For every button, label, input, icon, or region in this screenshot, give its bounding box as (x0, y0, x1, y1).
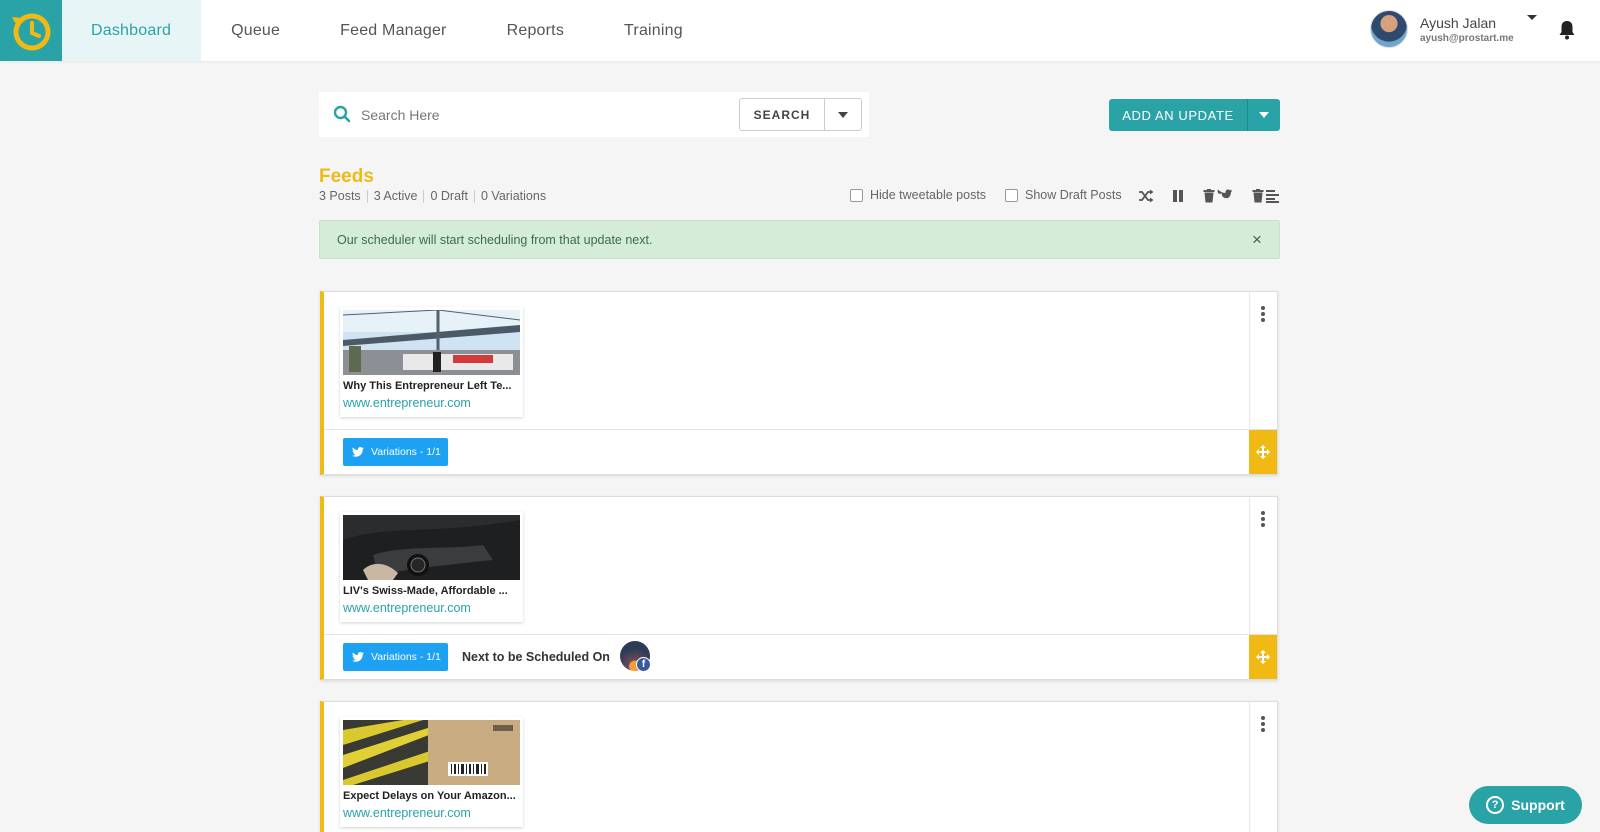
link-preview[interactable]: Why This Entrepreneur Left Te... www.ent… (340, 307, 523, 417)
user-info[interactable]: Ayush Jalan ayush@prostart.me (1420, 15, 1514, 44)
top-navbar: Dashboard Queue Feed Manager Reports Tra… (0, 0, 1600, 61)
post-card-footer: Variations - 1/1 (324, 430, 1277, 474)
card-menu-column (1249, 702, 1277, 832)
preview-image (343, 720, 520, 785)
post-card: LIV's Swiss-Made, Affordable ... www.ent… (320, 496, 1278, 680)
alert-message: Our scheduler will start scheduling from… (337, 233, 653, 247)
preview-title: Why This Entrepreneur Left Te... (343, 380, 512, 392)
nav-dashboard[interactable]: Dashboard (62, 0, 202, 61)
show-drafts-label: Show Draft Posts (1025, 188, 1122, 202)
facebook-icon: f (636, 657, 651, 672)
feeds-title: Feeds (319, 166, 374, 187)
search-bar: SEARCH (319, 92, 869, 137)
drag-handle[interactable] (1249, 430, 1277, 474)
nav-queue[interactable]: Queue (201, 0, 310, 61)
add-update-dropdown[interactable] (1247, 99, 1280, 131)
next-scheduled-label: Next to be Scheduled On (462, 650, 610, 664)
search-options-dropdown[interactable] (824, 98, 862, 131)
user-avatar[interactable] (1370, 10, 1408, 48)
more-options-icon[interactable] (1261, 511, 1265, 529)
variations-label: Variations - 1/1 (371, 446, 441, 458)
main-nav: Dashboard Queue Feed Manager Reports Tra… (62, 0, 713, 61)
variations-button[interactable]: Variations - 1/1 (343, 643, 448, 671)
card-menu-column (1249, 497, 1277, 635)
shuffle-icon[interactable] (1138, 189, 1154, 203)
preview-link[interactable]: www.entrepreneur.com (343, 806, 471, 820)
show-drafts-checkbox[interactable] (1005, 188, 1018, 202)
variations-label: Variations - 1/1 (371, 651, 441, 663)
close-icon[interactable]: × (1252, 230, 1262, 250)
post-card-body: LIV's Swiss-Made, Affordable ... www.ent… (324, 497, 1277, 635)
twitter-icon (352, 447, 364, 457)
preview-link[interactable]: www.entrepreneur.com (343, 396, 471, 410)
delete-tweets-icon[interactable] (1203, 189, 1233, 203)
user-menu[interactable]: Ayush Jalan ayush@prostart.me (1370, 10, 1514, 48)
nav-training[interactable]: Training (594, 0, 713, 61)
move-arrows-icon (1256, 445, 1270, 459)
more-options-icon[interactable] (1261, 716, 1265, 734)
hide-tweetable-checkbox[interactable] (850, 188, 863, 202)
more-options-icon[interactable] (1261, 306, 1265, 324)
search-icon (333, 105, 351, 123)
hide-tweetable-label: Hide tweetable posts (870, 188, 987, 202)
variations-button[interactable]: Variations - 1/1 (343, 438, 448, 466)
search-input[interactable] (361, 100, 731, 130)
link-preview[interactable]: Expect Delays on Your Amazon... www.entr… (340, 717, 523, 827)
help-icon: ? (1486, 796, 1505, 814)
twitter-icon (352, 652, 364, 662)
drag-handle[interactable] (1249, 635, 1277, 679)
variations-count: 0 Variations (480, 189, 547, 203)
user-name: Ayush Jalan (1420, 14, 1497, 31)
chevron-down-icon (838, 111, 848, 118)
link-preview[interactable]: LIV's Swiss-Made, Affordable ... www.ent… (340, 512, 523, 622)
user-menu-caret-icon[interactable] (1527, 15, 1537, 20)
add-update-button[interactable]: ADD AN UPDATE (1109, 99, 1247, 131)
success-alert: Our scheduler will start scheduling from… (319, 220, 1280, 259)
support-label: Support (1511, 797, 1565, 813)
nav-feed-manager[interactable]: Feed Manager (310, 0, 476, 61)
bell-icon[interactable] (1558, 20, 1576, 40)
post-card-body: Expect Delays on Your Amazon... www.entr… (324, 702, 1277, 832)
hide-tweetable-option[interactable]: Hide tweetable posts (850, 188, 986, 202)
preview-link[interactable]: www.entrepreneur.com (343, 601, 471, 615)
nav-reports[interactable]: Reports (477, 0, 594, 61)
feeds-stats: 3 Posts 3 Active 0 Draft 0 Variations (319, 190, 552, 203)
move-arrows-icon (1256, 650, 1270, 664)
preview-title: LIV's Swiss-Made, Affordable ... (343, 585, 508, 597)
preview-image (343, 515, 520, 580)
active-count: 3 Active (368, 190, 425, 203)
post-card-footer: Variations - 1/1 Next to be Scheduled On… (324, 635, 1277, 679)
post-card: Why This Entrepreneur Left Te... www.ent… (320, 291, 1278, 475)
search-button[interactable]: SEARCH (739, 98, 825, 131)
delete-list-icon[interactable] (1252, 189, 1280, 203)
preview-image (343, 310, 520, 375)
support-button[interactable]: ? Support (1469, 786, 1582, 824)
post-card-body: Why This Entrepreneur Left Te... www.ent… (324, 292, 1277, 430)
posts-count: 3 Posts (319, 190, 368, 203)
logo-clock-icon[interactable] (0, 0, 62, 61)
show-drafts-option[interactable]: Show Draft Posts (1005, 188, 1122, 202)
pause-icon[interactable] (1172, 189, 1184, 203)
chevron-down-icon (1259, 112, 1269, 118)
preview-title: Expect Delays on Your Amazon... (343, 790, 516, 802)
user-email: ayush@prostart.me (1420, 32, 1514, 44)
card-menu-column (1249, 292, 1277, 430)
post-card: Expect Delays on Your Amazon... www.entr… (320, 701, 1278, 832)
draft-count: 0 Draft (424, 190, 475, 203)
